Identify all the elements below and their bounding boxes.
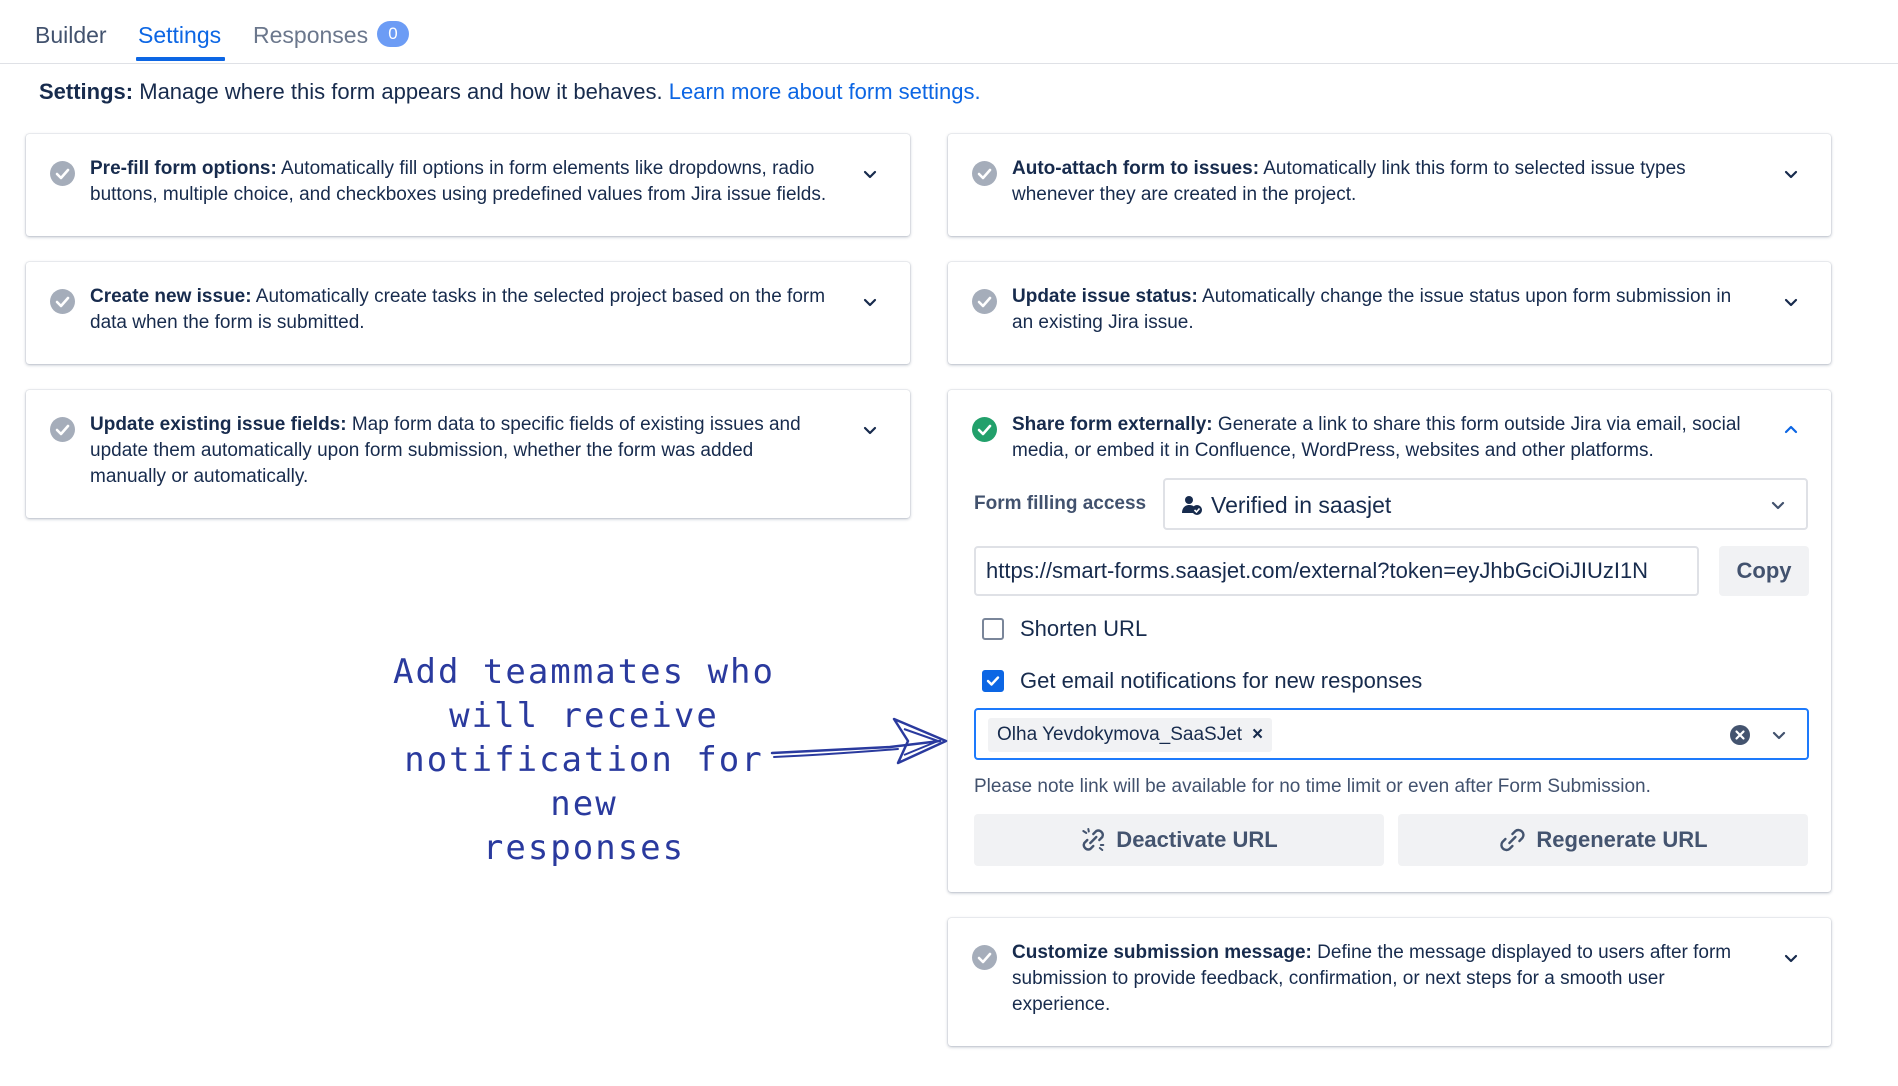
status-check-icon bbox=[50, 417, 75, 442]
chevron-down-icon[interactable] bbox=[1781, 948, 1801, 968]
chevron-down-icon[interactable] bbox=[860, 164, 880, 184]
clear-icon[interactable] bbox=[1729, 724, 1751, 746]
annotation-arrow-icon bbox=[770, 717, 948, 765]
card-title: Pre-fill form options: bbox=[90, 158, 277, 179]
email-notifications-label: Get email notifications for new response… bbox=[1020, 668, 1423, 693]
settings-intro: Settings: Manage where this form appears… bbox=[39, 79, 981, 105]
card-title: Update issue status: bbox=[1012, 286, 1198, 307]
annotation-line: will receive bbox=[449, 696, 719, 736]
form-filling-access-value: Verified in saasjet bbox=[1211, 492, 1392, 518]
card-title: Share form externally: bbox=[1012, 414, 1213, 435]
share-url-input[interactable]: https://smart-forms.saasjet.com/external… bbox=[974, 546, 1699, 596]
status-check-icon bbox=[972, 417, 997, 442]
card-auto-attach[interactable]: Auto-attach form to issues: Automaticall… bbox=[948, 134, 1831, 236]
shorten-url-checkbox[interactable] bbox=[982, 618, 1004, 640]
annotation-line: Add teammates who bbox=[393, 652, 775, 692]
status-check-icon bbox=[972, 161, 997, 186]
intro-bold: Settings: bbox=[39, 79, 134, 104]
status-check-icon bbox=[50, 161, 75, 186]
notification-recipients-select[interactable]: Olha Yevdokymova_SaaSJet × bbox=[974, 708, 1809, 760]
tab-responses[interactable]: Responses bbox=[253, 22, 368, 49]
card-title: Customize submission message: bbox=[1012, 942, 1312, 963]
card-update-fields[interactable]: Update existing issue fields: Map form d… bbox=[26, 390, 910, 518]
chevron-up-icon[interactable] bbox=[1781, 420, 1801, 440]
tab-settings[interactable]: Settings bbox=[135, 22, 226, 61]
intro-text: Manage where this form appears and how i… bbox=[133, 79, 669, 104]
card-title: Create new issue: bbox=[90, 286, 252, 307]
tab-builder[interactable]: Builder bbox=[35, 22, 107, 49]
form-filling-access-label: Form filling access bbox=[974, 493, 1147, 514]
card-title: Auto-attach form to issues: bbox=[1012, 158, 1260, 179]
annotation-note: Add teammates who will receive notificat… bbox=[372, 650, 796, 870]
regenerate-url-button[interactable]: Regenerate URL bbox=[1398, 814, 1808, 866]
link-availability-note: Please note link will be available for n… bbox=[974, 776, 1651, 797]
copy-url-button[interactable]: Copy bbox=[1719, 546, 1809, 596]
chevron-down-icon[interactable] bbox=[1769, 725, 1789, 745]
status-check-icon bbox=[50, 289, 75, 314]
card-title: Update existing issue fields: bbox=[90, 414, 347, 435]
deactivate-url-button[interactable]: Deactivate URL bbox=[974, 814, 1384, 866]
learn-more-link[interactable]: Learn more about form settings. bbox=[669, 79, 981, 104]
chevron-down-icon[interactable] bbox=[1781, 292, 1801, 312]
remove-recipient-icon[interactable]: × bbox=[1252, 718, 1263, 752]
chevron-down-icon[interactable] bbox=[1781, 164, 1801, 184]
link-icon bbox=[1500, 828, 1525, 852]
email-notifications-checkbox[interactable] bbox=[982, 670, 1004, 692]
card-update-status[interactable]: Update issue status: Automatically chang… bbox=[948, 262, 1831, 364]
status-check-icon bbox=[972, 289, 997, 314]
chevron-down-icon bbox=[1771, 501, 1785, 510]
recipient-chip: Olha Yevdokymova_SaaSJet × bbox=[988, 718, 1273, 752]
tab-bar: Builder Settings Responses 0 bbox=[0, 0, 1898, 64]
status-check-icon bbox=[972, 945, 997, 970]
recipient-name: Olha Yevdokymova_SaaSJet bbox=[997, 724, 1243, 745]
user-verified-icon bbox=[1182, 496, 1202, 515]
regenerate-url-label: Regenerate URL bbox=[1536, 827, 1708, 852]
responses-count-badge: 0 bbox=[377, 21, 409, 47]
card-prefill[interactable]: Pre-fill form options: Automatically fil… bbox=[26, 134, 910, 236]
chevron-down-icon[interactable] bbox=[860, 420, 880, 440]
annotation-line: responses bbox=[482, 828, 686, 868]
chevron-down-icon[interactable] bbox=[860, 292, 880, 312]
unlink-icon bbox=[1082, 828, 1105, 851]
card-create-issue[interactable]: Create new issue: Automatically create t… bbox=[26, 262, 910, 364]
card-share-externally: Share form externally: Generate a link t… bbox=[948, 390, 1831, 892]
annotation-line: notification for new bbox=[404, 740, 764, 824]
shorten-url-label: Shorten URL bbox=[1020, 616, 1148, 641]
card-submission-message[interactable]: Customize submission message: Define the… bbox=[948, 918, 1831, 1046]
form-filling-access-select[interactable]: Verified in saasjet bbox=[1163, 478, 1808, 530]
deactivate-url-label: Deactivate URL bbox=[1116, 827, 1278, 852]
